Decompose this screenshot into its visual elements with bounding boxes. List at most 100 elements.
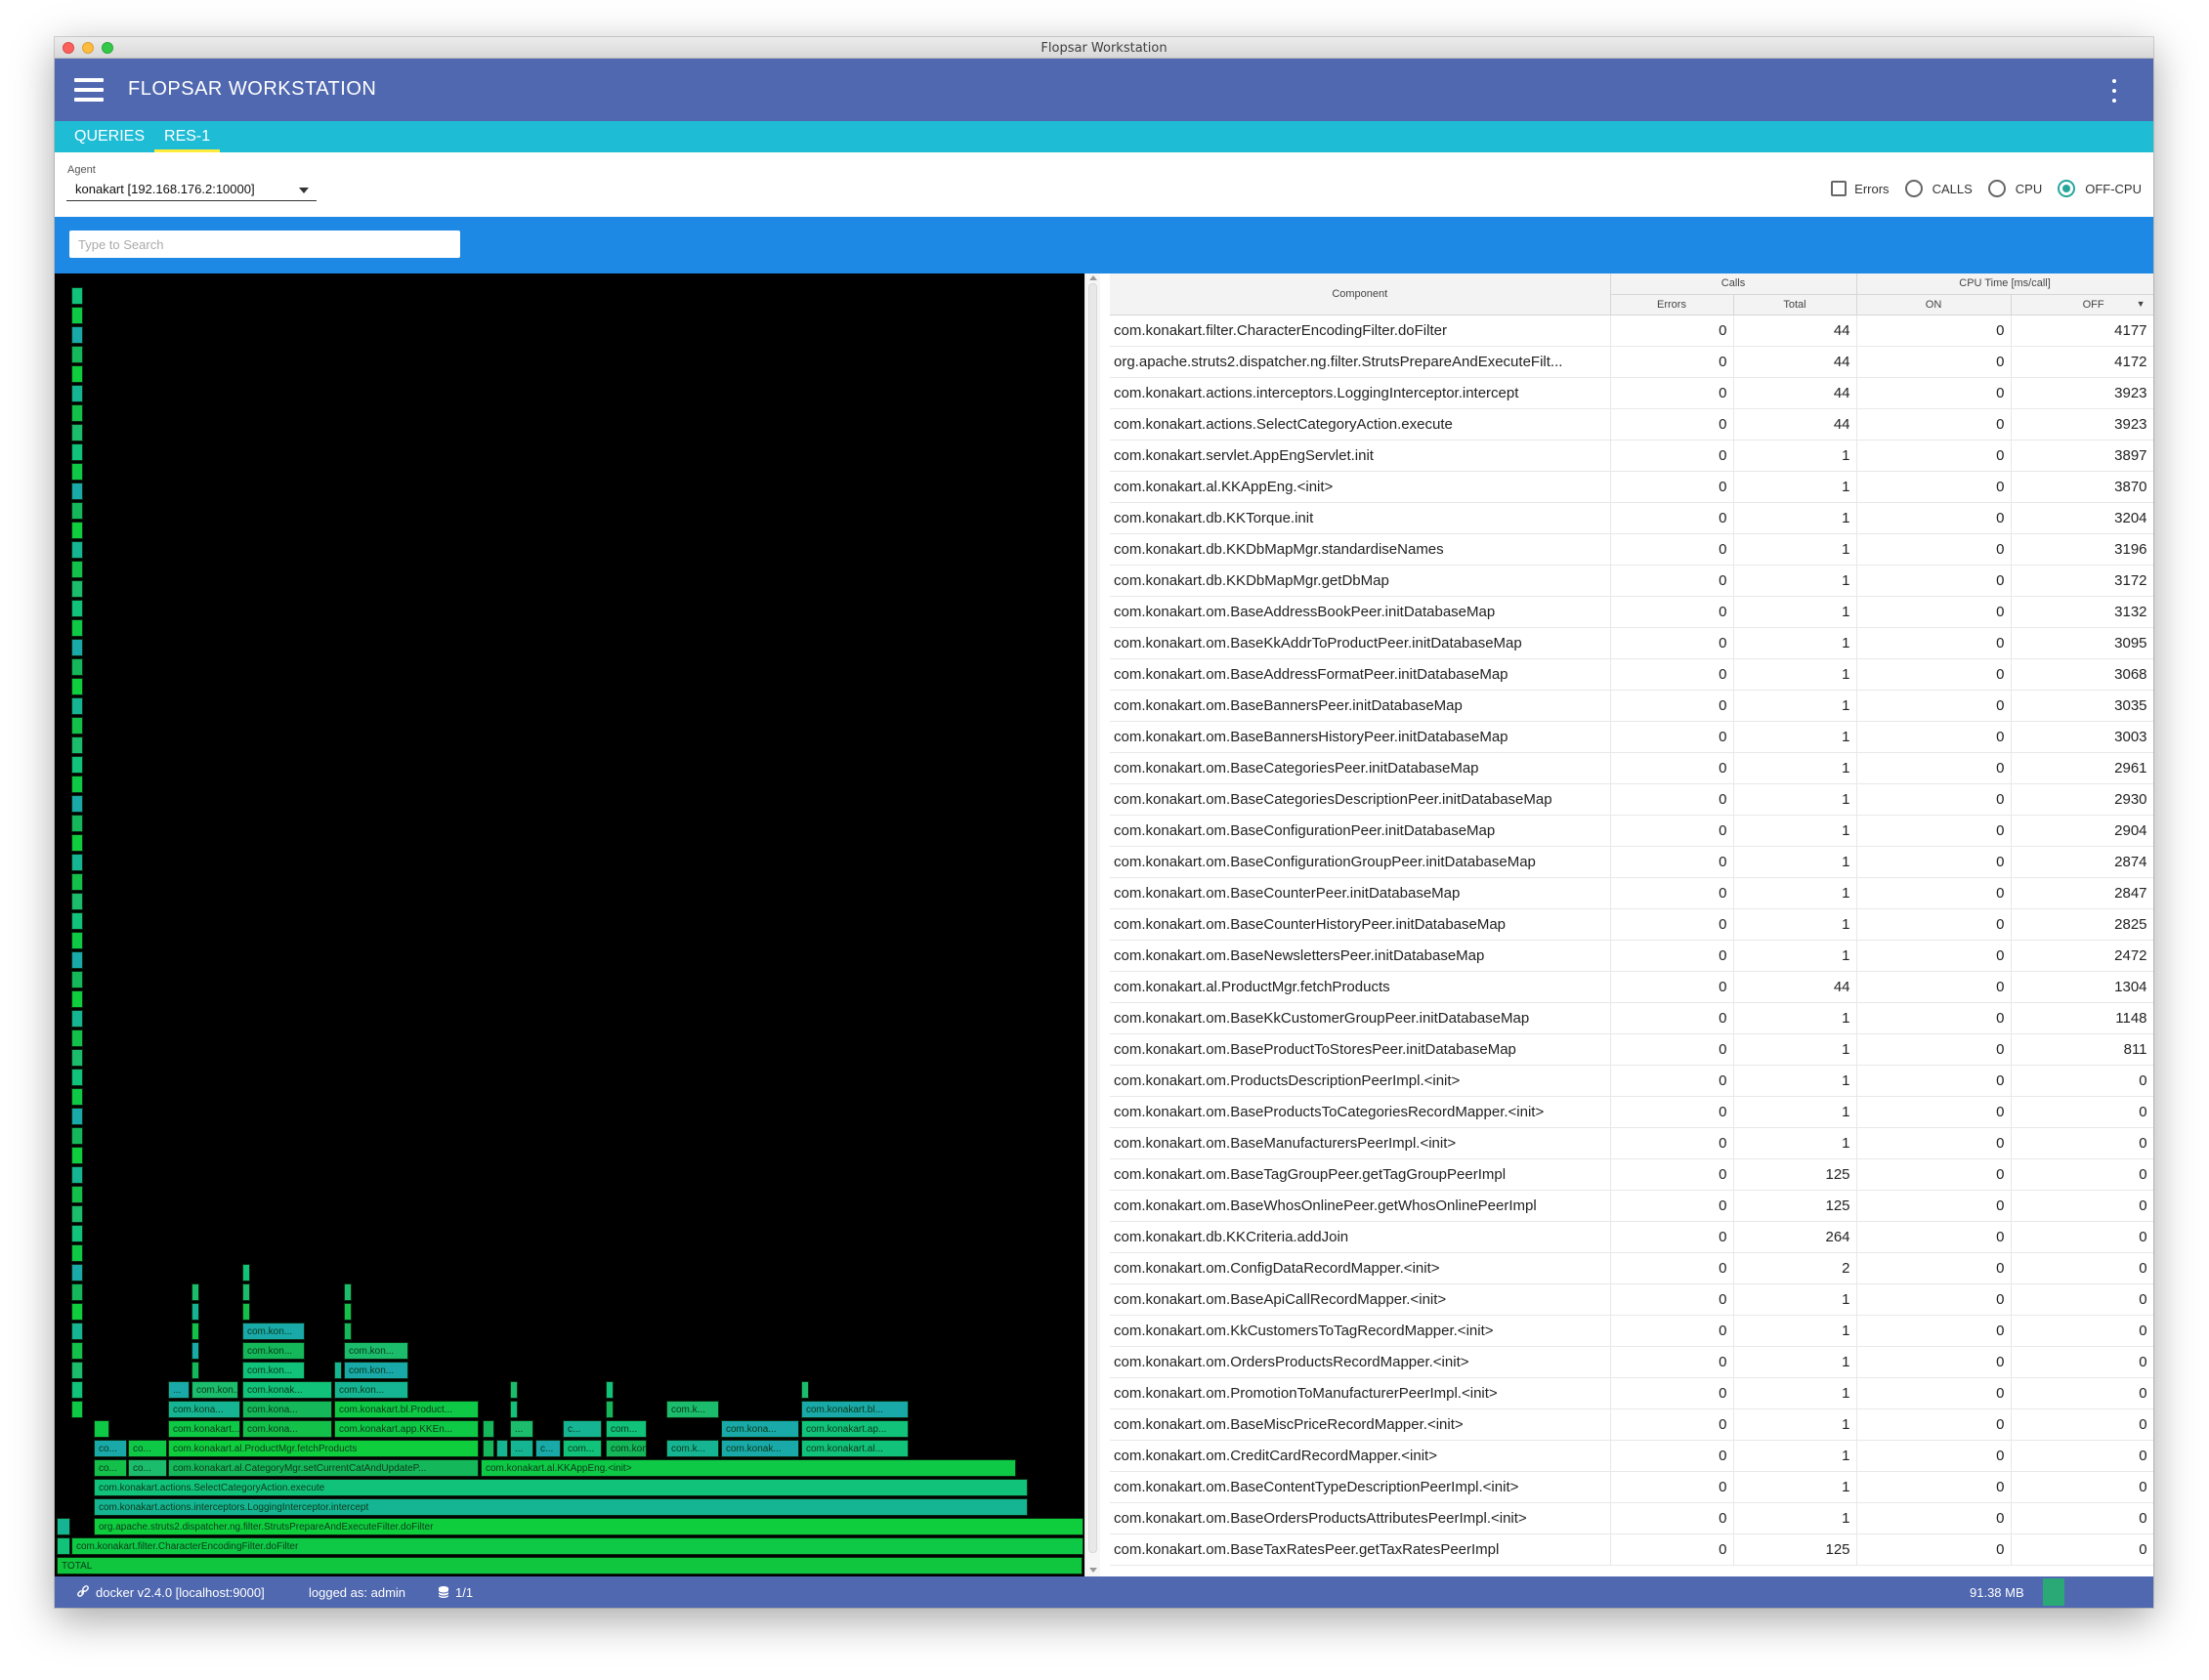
table-row[interactable]: com.konakart.om.KkCustomersToTagRecordMa… — [1110, 1315, 2153, 1347]
flame-frame-stack[interactable] — [71, 1283, 83, 1301]
flame-graph[interactable]: TOTAL com.konakart.filter.CharacterEncodi… — [55, 273, 1084, 1576]
scroll-up-arrow-icon[interactable] — [1089, 275, 1097, 280]
flame-scrollbar[interactable] — [1084, 273, 1100, 1576]
flame-frame[interactable]: com... — [563, 1440, 602, 1457]
flame-frame[interactable]: com.kon... — [242, 1362, 305, 1379]
table-row[interactable]: com.konakart.filter.CharacterEncodingFil… — [1110, 315, 2153, 347]
header-on[interactable]: ON — [1856, 294, 2012, 315]
flame-frame-stack[interactable] — [71, 951, 83, 969]
flame-frame-stack[interactable] — [71, 1029, 83, 1047]
table-row[interactable]: com.konakart.om.ConfigDataRecordMapper.<… — [1110, 1252, 2153, 1284]
table-row[interactable]: com.konakart.servlet.AppEngServlet.init 0… — [1110, 440, 2153, 472]
errors-checkbox[interactable] — [1831, 181, 1848, 196]
flame-frame[interactable]: ... — [510, 1440, 533, 1457]
flame-total-frame[interactable]: TOTAL — [57, 1557, 1083, 1575]
flame-frame[interactable]: co... — [94, 1459, 127, 1477]
table-row[interactable]: com.konakart.om.BaseNewslettersPeer.init… — [1110, 940, 2153, 972]
flame-frame[interactable] — [510, 1381, 518, 1399]
flame-frame-stack[interactable] — [71, 756, 83, 774]
flame-frame[interactable]: com.k... — [666, 1440, 719, 1457]
flame-frame[interactable] — [191, 1362, 199, 1379]
table-row[interactable]: com.konakart.om.BaseMiscPriceRecordMappe… — [1110, 1408, 2153, 1441]
flame-frame[interactable] — [191, 1283, 199, 1301]
table-row[interactable]: com.konakart.om.BaseBannersPeer.initData… — [1110, 690, 2153, 722]
flame-frame-stack[interactable] — [71, 580, 83, 598]
flame-frame[interactable] — [606, 1401, 614, 1418]
cpu-radio[interactable] — [1987, 180, 2006, 197]
table-row[interactable]: org.apache.struts2.dispatcher.ng.filter.… — [1110, 346, 2153, 378]
flame-frame[interactable]: com.konakart.al... — [801, 1440, 909, 1457]
table-row[interactable]: com.konakart.db.KKTorque.init 0 1 0 3204 — [1110, 502, 2153, 534]
header-component[interactable]: Component — [1110, 273, 1611, 315]
table-row[interactable]: com.konakart.om.BaseCounterHistoryPeer.i… — [1110, 908, 2153, 941]
flame-frame[interactable]: ... — [168, 1381, 190, 1399]
flame-frame-stack[interactable] — [71, 619, 83, 637]
table-row[interactable]: com.konakart.om.BaseBannersHistoryPeer.i… — [1110, 721, 2153, 753]
flame-frame[interactable]: com.k... — [666, 1401, 719, 1418]
flame-frame-stack[interactable] — [71, 1323, 83, 1340]
table-row[interactable]: com.konakart.al.KKAppEng.<init> 0 1 0 3870 — [1110, 471, 2153, 503]
flame-frame[interactable] — [483, 1440, 494, 1457]
search-input[interactable] — [69, 231, 460, 258]
flame-frame[interactable]: com.kon... — [606, 1440, 647, 1457]
flame-frame[interactable]: co... — [94, 1440, 127, 1457]
flame-frame-stack[interactable] — [71, 971, 83, 988]
flame-frame-stack[interactable] — [71, 893, 83, 910]
flame-frame[interactable]: c... — [563, 1420, 602, 1438]
flame-frame[interactable] — [57, 1537, 70, 1555]
flame-frame-interceptor[interactable]: com.konakart.actions.interceptors.Loggin… — [94, 1498, 1028, 1516]
flame-frame[interactable] — [242, 1303, 250, 1321]
flame-frame[interactable] — [496, 1440, 508, 1457]
flame-frame-stack[interactable] — [71, 1401, 83, 1418]
table-row[interactable]: com.konakart.om.BaseManufacturersPeerImp… — [1110, 1127, 2153, 1159]
flame-frame[interactable] — [334, 1362, 342, 1379]
flame-frame-stack[interactable] — [71, 717, 83, 735]
table-row[interactable]: com.konakart.db.KKDbMapMgr.standardiseNa… — [1110, 533, 2153, 566]
table-row[interactable]: com.konakart.om.BaseCategoriesDescriptio… — [1110, 783, 2153, 816]
flame-frame[interactable]: com.kon... — [344, 1362, 408, 1379]
flame-frame[interactable] — [801, 1381, 809, 1399]
flame-frame-stack[interactable] — [71, 307, 83, 324]
flame-frame-stack[interactable] — [71, 287, 83, 305]
flame-frame[interactable]: com.konak... — [721, 1440, 799, 1457]
table-row[interactable]: com.konakart.om.BaseCounterPeer.initData… — [1110, 877, 2153, 909]
flame-frame-stack[interactable] — [71, 541, 83, 559]
table-row[interactable]: com.konakart.om.BaseConfigurationGroupPe… — [1110, 846, 2153, 878]
flame-frame-stack[interactable] — [71, 678, 83, 695]
table-row[interactable]: com.konakart.om.BaseTagGroupPeer.getTagG… — [1110, 1158, 2153, 1191]
flame-frame[interactable] — [483, 1420, 494, 1438]
flame-frame[interactable]: com.kona... — [168, 1401, 240, 1418]
flame-frame[interactable]: com.kona... — [721, 1420, 799, 1438]
header-errors[interactable]: Errors — [1610, 294, 1734, 315]
flame-frame-stack[interactable] — [71, 834, 83, 852]
flame-frame[interactable] — [191, 1323, 199, 1340]
tab-queries[interactable]: QUERIES — [64, 121, 154, 152]
flame-frame-stack[interactable] — [71, 1205, 83, 1223]
flame-frame[interactable]: com.konakart.ap... — [801, 1420, 909, 1438]
flame-frame-stack[interactable] — [71, 502, 83, 520]
flame-frame-stack[interactable] — [71, 815, 83, 832]
flame-frame-stack[interactable] — [71, 1147, 83, 1164]
flame-frame[interactable] — [510, 1401, 518, 1418]
flame-frame-stack[interactable] — [71, 1342, 83, 1360]
flame-frame-stack[interactable] — [71, 873, 83, 891]
flame-frame-stack[interactable] — [71, 854, 83, 871]
flame-frame[interactable] — [57, 1518, 70, 1535]
flame-frame[interactable] — [344, 1303, 352, 1321]
table-row[interactable]: com.konakart.om.BaseAddressFormatPeer.in… — [1110, 658, 2153, 691]
flame-frame-stack[interactable] — [71, 346, 83, 363]
flame-frame-product-bl[interactable]: com.konakart.bl.Product... — [334, 1401, 479, 1418]
flame-frame-stack[interactable] — [71, 990, 83, 1008]
flame-frame[interactable]: co... — [128, 1440, 167, 1457]
flame-frame-stack[interactable] — [71, 1010, 83, 1028]
flame-frame-stack[interactable] — [71, 1381, 83, 1399]
flame-frame-filter[interactable]: com.konakart.filter.CharacterEncodingFil… — [71, 1537, 1083, 1555]
flame-frame-stack[interactable] — [71, 404, 83, 422]
hamburger-menu-icon[interactable] — [74, 78, 106, 104]
table-row[interactable]: com.konakart.om.BaseApiCallRecordMapper.… — [1110, 1283, 2153, 1316]
flame-frame[interactable]: com.kon... — [334, 1381, 408, 1399]
flame-frame-stack[interactable] — [71, 1303, 83, 1321]
agent-select[interactable]: konakart [192.168.176.2:10000] — [66, 178, 317, 201]
flame-frame[interactable]: c... — [535, 1440, 561, 1457]
flame-frame-stack[interactable] — [71, 1244, 83, 1262]
